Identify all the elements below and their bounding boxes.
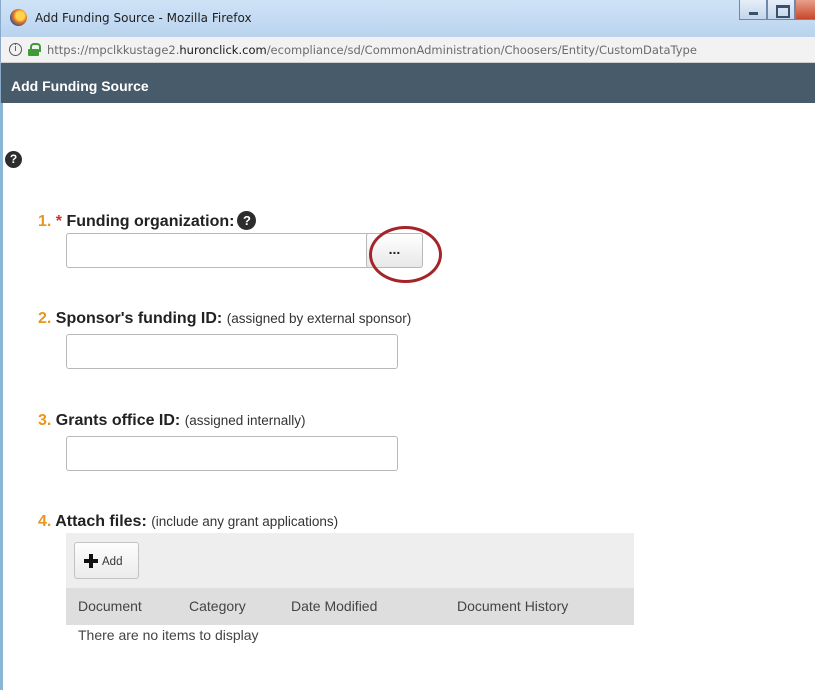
question-label: Grants office ID: xyxy=(55,412,181,429)
left-rail xyxy=(0,103,3,690)
question-sponsor-funding-id: 2. Sponsor's funding ID: (assigned by ex… xyxy=(38,310,411,328)
url-text[interactable]: https://mpclkkustage2.huronclick.com/eco… xyxy=(47,43,697,57)
question-number: 4. xyxy=(38,513,52,530)
sponsor-funding-id-field[interactable] xyxy=(66,334,398,369)
question-hint: (assigned internally) xyxy=(184,413,306,428)
help-icon[interactable]: ? xyxy=(237,211,257,230)
grants-office-id-field[interactable] xyxy=(66,436,398,471)
question-attach-files: 4. Attach files: (include any grant appl… xyxy=(38,513,338,531)
plus-icon xyxy=(84,554,98,568)
question-hint: (include any grant applications) xyxy=(151,514,339,529)
help-icon[interactable]: ? xyxy=(5,151,22,168)
add-button[interactable]: Add xyxy=(74,542,139,579)
question-grants-office-id: 3. Grants office ID: (assigned internall… xyxy=(38,412,306,430)
dialog-header: Add Funding Source xyxy=(0,63,815,103)
question-number: 1. xyxy=(38,213,52,230)
question-funding-organization: 1. * Funding organization:? xyxy=(38,211,257,231)
address-bar[interactable]: i https://mpclkkustage2.huronclick.com/e… xyxy=(0,37,815,63)
required-marker: * xyxy=(55,213,63,230)
chooser-button[interactable]: ... xyxy=(366,233,423,268)
column-header-document-history[interactable]: Document History xyxy=(457,598,568,614)
question-number: 2. xyxy=(38,310,52,327)
window-title-bar: Add Funding Source - Mozilla Firefox xyxy=(0,0,815,37)
add-button-label: Add xyxy=(102,556,123,568)
dialog-title: Add Funding Source xyxy=(11,78,149,94)
attachments-table-header: Document Category Date Modified Document… xyxy=(66,588,634,625)
empty-table-message: There are no items to display xyxy=(78,627,259,643)
window-title: Add Funding Source - Mozilla Firefox xyxy=(35,11,252,25)
question-label: Funding organization: xyxy=(66,213,235,230)
minimize-icon[interactable] xyxy=(739,0,767,20)
window-controls xyxy=(739,0,815,22)
firefox-icon xyxy=(10,9,27,26)
close-icon[interactable] xyxy=(795,0,815,20)
attachments-toolbar: Add xyxy=(66,533,634,588)
column-header-category[interactable]: Category xyxy=(189,598,246,614)
question-number: 3. xyxy=(38,412,52,429)
column-header-document[interactable]: Document xyxy=(78,598,142,614)
lock-icon[interactable] xyxy=(28,43,41,56)
column-header-date-modified[interactable]: Date Modified xyxy=(291,598,377,614)
question-label: Sponsor's funding ID: xyxy=(55,310,223,327)
question-label: Attach files: xyxy=(55,513,147,530)
maximize-icon[interactable] xyxy=(767,0,795,20)
question-hint: (assigned by external sponsor) xyxy=(226,311,412,326)
funding-organization-field[interactable] xyxy=(66,233,370,268)
info-icon[interactable]: i xyxy=(9,43,22,56)
